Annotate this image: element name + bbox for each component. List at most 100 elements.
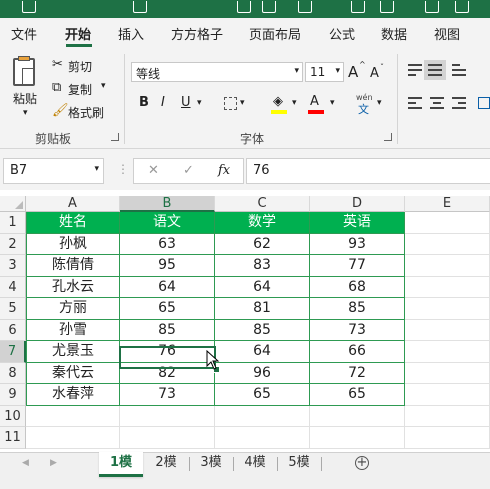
layout-icon[interactable] — [237, 1, 251, 13]
select-all-corner[interactable] — [0, 196, 26, 212]
underline-chevron-icon[interactable]: ▾ — [197, 98, 202, 108]
empty-cell[interactable] — [405, 362, 490, 384]
cancel-icon[interactable]: ✕ — [148, 163, 159, 178]
copy-chevron-icon[interactable]: ▾ — [101, 81, 106, 91]
fx-icon[interactable]: fx — [218, 163, 230, 178]
sheet-tab-5[interactable]: 5模 — [279, 452, 319, 474]
row-header-9[interactable]: 9 — [0, 384, 26, 406]
empty-cell[interactable] — [405, 212, 490, 234]
increase-font-button[interactable]: A — [348, 63, 358, 81]
table-cell[interactable]: 85 — [215, 319, 310, 341]
table-cell[interactable]: 73 — [310, 319, 405, 341]
fill-color-icon[interactable]: ◈ — [273, 94, 283, 109]
table-cell[interactable]: 孔水云 — [26, 276, 120, 298]
sheet-prev-icon[interactable]: ◀ — [22, 458, 29, 468]
decrease-font-button[interactable]: A — [370, 66, 379, 81]
table-cell[interactable]: 66 — [310, 341, 405, 363]
format-icon[interactable] — [380, 1, 394, 13]
table-cell[interactable]: 85 — [310, 298, 405, 320]
cut-button[interactable]: 剪切 — [68, 58, 92, 75]
empty-cell[interactable] — [405, 255, 490, 277]
table-cell[interactable]: 77 — [310, 255, 405, 277]
font-size-chevron-icon[interactable]: ▾ — [335, 66, 340, 76]
save-icon[interactable] — [22, 1, 36, 13]
align-middle-icon[interactable] — [428, 64, 442, 76]
empty-cell[interactable] — [120, 405, 215, 427]
underline-button[interactable]: U — [181, 95, 191, 110]
name-box-chevron-icon[interactable]: ▾ — [94, 164, 99, 174]
empty-cell[interactable] — [310, 427, 405, 449]
row-header-5[interactable]: 5 — [0, 298, 26, 320]
sheet-tab-1[interactable]: 1模 — [99, 452, 143, 477]
table-cell[interactable]: 72 — [310, 362, 405, 384]
row-header-7[interactable]: 7 — [0, 341, 26, 363]
table-cell[interactable]: 64 — [120, 276, 215, 298]
table-header-cell[interactable]: 英语 — [310, 212, 405, 234]
sheet-tab-4[interactable]: 4模 — [235, 452, 275, 474]
table-header-cell[interactable]: 数学 — [215, 212, 310, 234]
font-color-button[interactable]: A — [310, 94, 319, 109]
add-sheet-button[interactable]: + — [355, 456, 369, 470]
row-header-2[interactable]: 2 — [0, 233, 26, 255]
empty-cell[interactable] — [26, 427, 120, 449]
empty-cell[interactable] — [405, 384, 490, 406]
sheet-tab-3[interactable]: 3模 — [191, 452, 231, 474]
table-cell[interactable]: 65 — [120, 298, 215, 320]
table-cell[interactable]: 陈倩倩 — [26, 255, 120, 277]
empty-cell[interactable] — [120, 427, 215, 449]
table-cell[interactable]: 73 — [120, 384, 215, 406]
table-cell[interactable]: 65 — [310, 384, 405, 406]
phonetic-button[interactable]: 文 — [358, 101, 369, 117]
table-cell[interactable]: 62 — [215, 233, 310, 255]
tab-home[interactable]: 开始 — [65, 24, 91, 43]
row-header-10[interactable]: 10 — [0, 405, 26, 427]
font-name-combo[interactable]: 等线 ▾ — [131, 62, 303, 82]
row-header-4[interactable]: 4 — [0, 276, 26, 298]
table-cell[interactable]: 水春萍 — [26, 384, 120, 406]
table-cell[interactable]: 64 — [215, 341, 310, 363]
row-header-11[interactable]: 11 — [0, 427, 26, 449]
column-header-a[interactable]: A — [26, 196, 120, 212]
table-cell[interactable]: 85 — [120, 319, 215, 341]
empty-cell[interactable] — [26, 405, 120, 427]
preview-icon[interactable] — [298, 1, 312, 13]
empty-cell[interactable] — [405, 233, 490, 255]
table-cell[interactable]: 孙枫 — [26, 233, 120, 255]
tab-insert[interactable]: 插入 — [118, 24, 144, 43]
font-launcher-icon[interactable] — [384, 133, 392, 141]
font-icon[interactable] — [351, 1, 365, 13]
row-header-8[interactable]: 8 — [0, 362, 26, 384]
table-cell[interactable]: 81 — [215, 298, 310, 320]
sheet-next-icon[interactable]: ▶ — [50, 458, 57, 468]
tab-file[interactable]: 文件 — [11, 24, 37, 43]
paste-button[interactable]: 粘贴 — [13, 90, 37, 107]
table-cell[interactable]: 95 — [120, 255, 215, 277]
print-icon[interactable] — [262, 1, 276, 13]
table-cell[interactable]: 尤景玉 — [26, 341, 120, 363]
shape-icon[interactable] — [425, 1, 439, 13]
clipboard-launcher-icon[interactable] — [111, 133, 119, 141]
table-cell[interactable]: 96 — [215, 362, 310, 384]
align-top-icon[interactable] — [408, 64, 422, 76]
column-header-d[interactable]: D — [310, 196, 405, 212]
table-cell[interactable]: 64 — [215, 276, 310, 298]
sheet-tab-2[interactable]: 2模 — [146, 452, 186, 474]
indent-icon[interactable] — [478, 97, 490, 109]
table-cell[interactable]: 65 — [215, 384, 310, 406]
empty-cell[interactable] — [215, 405, 310, 427]
name-box[interactable]: B7 ▾ — [3, 158, 104, 184]
empty-cell[interactable] — [405, 319, 490, 341]
table-cell[interactable]: 方丽 — [26, 298, 120, 320]
empty-cell[interactable] — [405, 405, 490, 427]
align-bottom-icon[interactable] — [452, 64, 466, 76]
column-header-b[interactable]: B — [120, 196, 215, 212]
formula-input[interactable]: 76 — [246, 158, 490, 184]
align-center-icon[interactable] — [430, 97, 444, 109]
table-cell[interactable]: 秦代云 — [26, 362, 120, 384]
paste-chevron-icon[interactable]: ▾ — [23, 108, 28, 118]
format-painter-button[interactable]: 格式刷 — [68, 104, 104, 121]
empty-cell[interactable] — [310, 405, 405, 427]
row-header-3[interactable]: 3 — [0, 255, 26, 277]
tab-fangfang[interactable]: 方方格子 — [171, 24, 223, 43]
enter-icon[interactable]: ✓ — [183, 163, 194, 178]
